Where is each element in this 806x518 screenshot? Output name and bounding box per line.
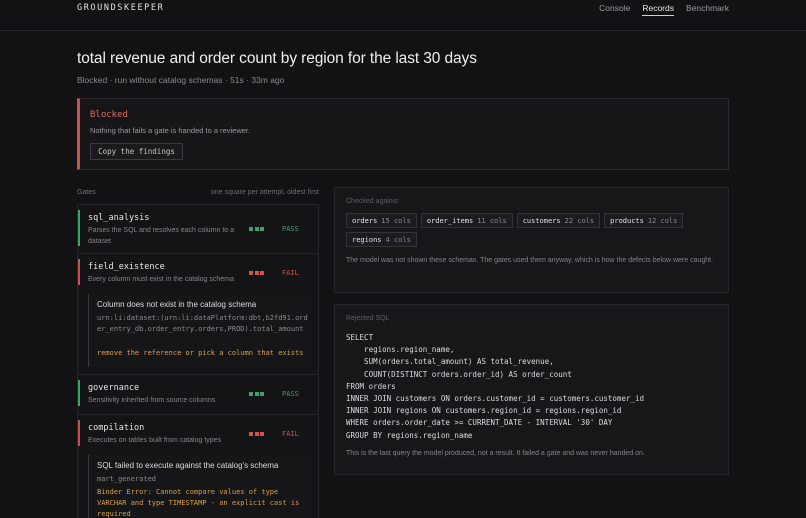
gate-governance[interactable]: governance Sensitivity inherited from so… bbox=[78, 375, 318, 415]
schema-name: products bbox=[610, 216, 644, 225]
gate-status: PASS bbox=[282, 225, 299, 233]
gates-hint: one square per attempt, oldest first bbox=[210, 189, 319, 196]
attempt-square bbox=[254, 271, 259, 275]
checked-against-panel: Checked against orders 15 cols order_ite… bbox=[334, 187, 729, 293]
attempt-square bbox=[249, 392, 253, 396]
schema-cols: 22 cols bbox=[564, 216, 595, 225]
attempt-square bbox=[249, 227, 253, 231]
rejected-sql-code[interactable]: SELECT regions.region_name, SUM(orders.t… bbox=[346, 332, 644, 442]
gate-compilation[interactable]: compilation Executes on tables built fro… bbox=[78, 415, 318, 518]
attempt-square bbox=[249, 271, 253, 275]
rejected-sql-panel: Rejected SQL SELECT regions.region_name,… bbox=[334, 304, 729, 475]
schema-cols: 15 cols bbox=[381, 216, 411, 225]
schema-chips: orders 15 cols order_items 11 cols custo… bbox=[346, 213, 721, 247]
blocked-banner: Blocked Nothing that fails a gate is han… bbox=[77, 98, 729, 170]
gate-desc: Executes on tables built from catalog ty… bbox=[88, 437, 222, 444]
finding-fix: Binder Error: Cannot compare values of t… bbox=[97, 488, 300, 518]
nav-benchmark[interactable]: Benchmark bbox=[686, 3, 729, 16]
finding-ref: urn:li:dataset:(urn:li:dataPlatform:dbt,… bbox=[97, 314, 308, 333]
gate-status-bar bbox=[78, 380, 80, 406]
finding-fix: remove the reference or pick a column th… bbox=[97, 349, 304, 357]
gate-status-bar bbox=[78, 210, 80, 246]
gate-name: field_existence bbox=[88, 262, 165, 272]
checked-label: Checked against bbox=[346, 198, 399, 205]
gate-desc: Every column must exist in the catalog s… bbox=[88, 276, 234, 283]
gate-status: FAIL bbox=[282, 269, 299, 277]
banner-title: Blocked bbox=[90, 110, 128, 120]
schema-chip[interactable]: orders 15 cols bbox=[346, 213, 417, 228]
attempt-squares bbox=[249, 432, 264, 436]
gate-name: sql_analysis bbox=[88, 213, 150, 223]
finding-card: SQL failed to execute against the catalo… bbox=[88, 455, 310, 518]
page-title: total revenue and order count by region … bbox=[77, 50, 477, 67]
attempt-square bbox=[260, 271, 264, 275]
top-bar: GROUNDSKEEPER Console Records Benchmark bbox=[0, 0, 806, 31]
schema-chip[interactable]: products 12 cols bbox=[604, 213, 684, 228]
schema-name: regions bbox=[352, 235, 382, 244]
finding-title: SQL failed to execute against the catalo… bbox=[97, 461, 279, 470]
top-nav: Console Records Benchmark bbox=[599, 3, 729, 16]
gate-status-bar bbox=[78, 259, 80, 285]
attempt-square bbox=[249, 432, 253, 436]
copy-findings-button[interactable]: Copy the findings bbox=[90, 143, 183, 160]
gate-status: PASS bbox=[282, 390, 299, 398]
gate-status-bar bbox=[78, 420, 80, 446]
rejected-note: This is the last query the model produce… bbox=[346, 450, 645, 457]
rejected-label: Rejected SQL bbox=[346, 315, 390, 322]
attempt-squares bbox=[249, 271, 264, 275]
gate-desc: Parses the SQL and resolves each column … bbox=[88, 227, 235, 245]
brand-logo[interactable]: GROUNDSKEEPER bbox=[77, 3, 164, 13]
gate-sql-analysis[interactable]: sql_analysis Parses the SQL and resolves… bbox=[78, 205, 318, 254]
attempt-square bbox=[254, 392, 259, 396]
attempt-squares bbox=[249, 392, 264, 396]
attempt-square bbox=[260, 432, 264, 436]
attempt-square bbox=[254, 227, 259, 231]
gate-name: compilation bbox=[88, 423, 145, 433]
schema-name: order_items bbox=[426, 216, 474, 225]
schema-chip[interactable]: regions 4 cols bbox=[346, 232, 417, 247]
schema-chip[interactable]: order_items 11 cols bbox=[420, 213, 513, 228]
gate-desc: Sensitivity inherited from source column… bbox=[88, 397, 216, 404]
nav-records[interactable]: Records bbox=[642, 3, 674, 16]
schema-name: customers bbox=[522, 216, 561, 225]
gate-status: FAIL bbox=[282, 430, 299, 438]
checked-note: The model was not shown these schemas. T… bbox=[346, 257, 714, 264]
schema-cols: 12 cols bbox=[647, 216, 678, 225]
finding-title: Column does not exist in the catalog sch… bbox=[97, 300, 257, 309]
banner-text: Nothing that fails a gate is handed to a… bbox=[90, 126, 251, 135]
attempt-square bbox=[254, 432, 259, 436]
nav-console[interactable]: Console bbox=[599, 3, 630, 16]
gates-label: Gates bbox=[77, 189, 96, 196]
attempt-square bbox=[260, 392, 264, 396]
gate-name: governance bbox=[88, 383, 140, 393]
gates-list: sql_analysis Parses the SQL and resolves… bbox=[77, 204, 319, 518]
schema-cols: 11 cols bbox=[477, 216, 507, 225]
schema-chip[interactable]: customers 22 cols bbox=[516, 213, 601, 228]
finding-card: Column does not exist in the catalog sch… bbox=[88, 294, 310, 367]
finding-ref: mart_generated bbox=[97, 475, 157, 483]
schema-name: orders bbox=[352, 216, 378, 225]
attempt-square bbox=[260, 227, 264, 231]
page-subtitle: Blocked · run without catalog schemas · … bbox=[77, 75, 285, 85]
gate-field-existence[interactable]: field_existence Every column must exist … bbox=[78, 254, 318, 375]
schema-cols: 4 cols bbox=[385, 235, 411, 244]
attempt-squares bbox=[249, 227, 264, 231]
